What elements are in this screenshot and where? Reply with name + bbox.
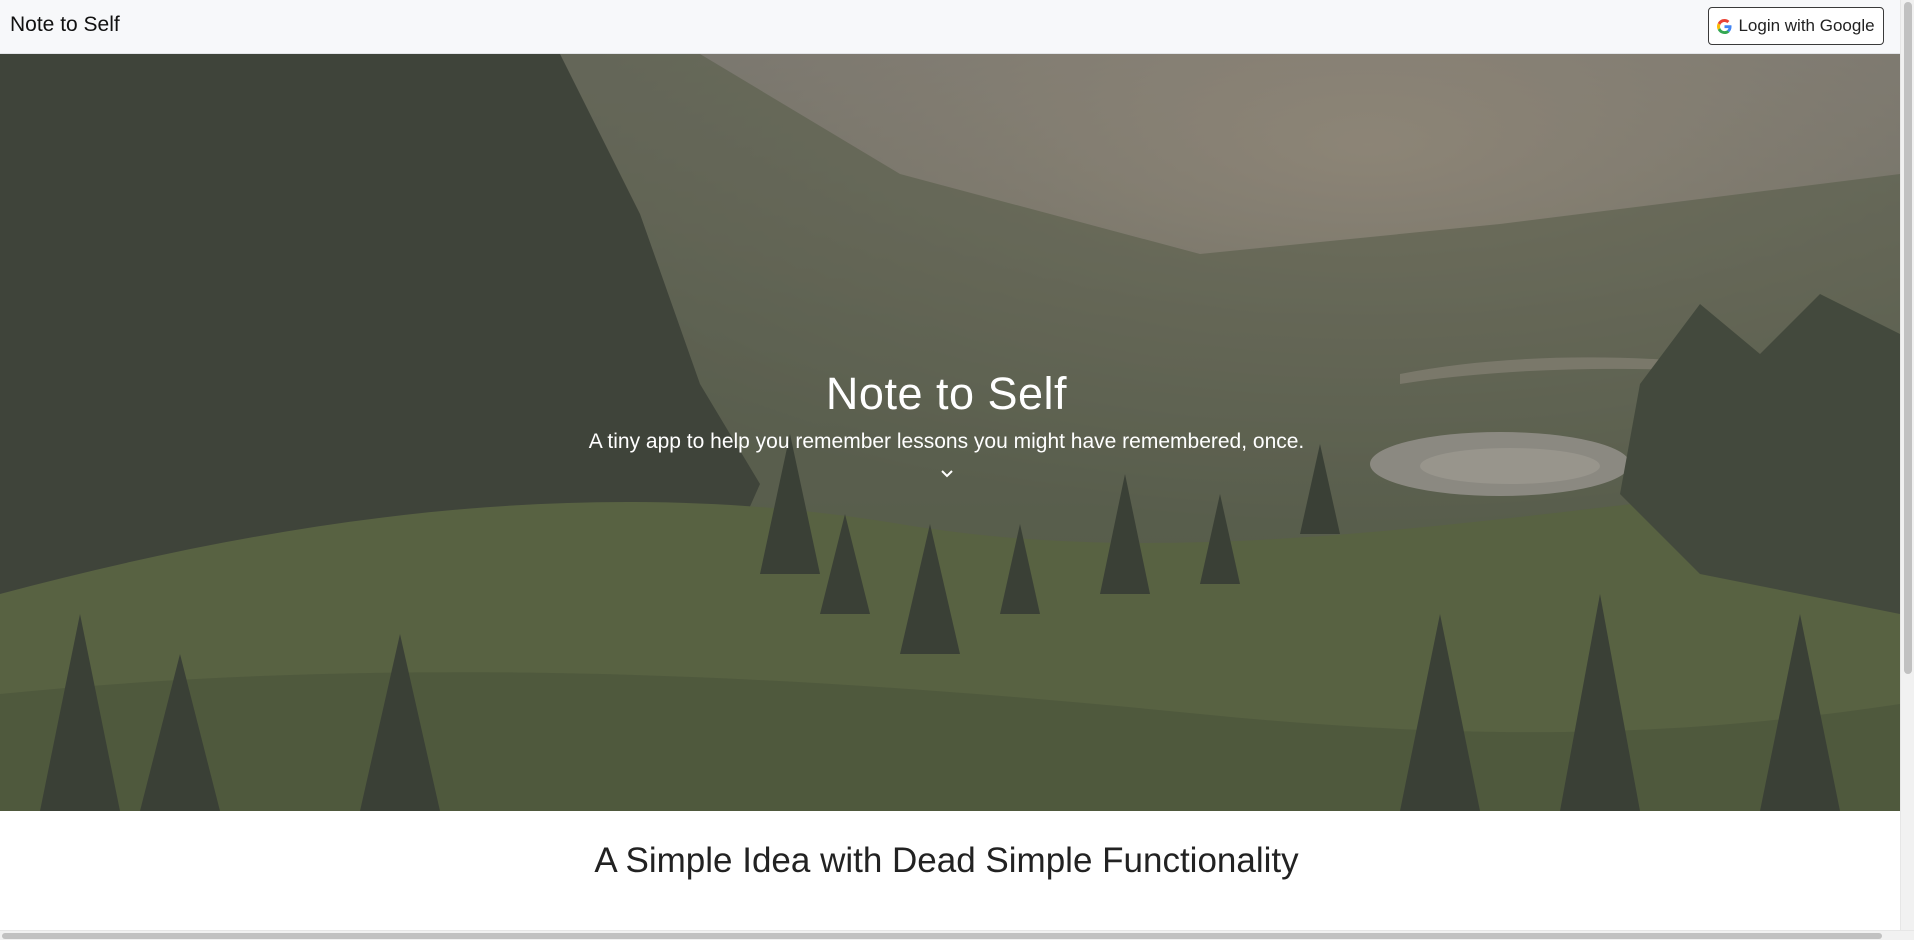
- features-section: A Simple Idea with Dead Simple Functiona…: [0, 811, 1900, 929]
- login-with-google-button[interactable]: Login with Google: [1708, 7, 1884, 45]
- google-icon: [1717, 18, 1732, 34]
- login-label: Login with Google: [1738, 16, 1875, 35]
- chevron-down-icon[interactable]: [940, 466, 954, 484]
- horizontal-scrollbar-thumb[interactable]: [2, 933, 1882, 939]
- vertical-scrollbar[interactable]: [1900, 0, 1914, 930]
- hero-subtitle: A tiny app to help you remember lessons …: [588, 430, 1305, 453]
- brand-link[interactable]: Note to Self: [10, 13, 120, 37]
- hero-title: Note to Self: [825, 368, 1068, 419]
- horizontal-scrollbar[interactable]: [0, 930, 1914, 940]
- page: Note to Self Login with Google Note to S…: [0, 0, 1914, 940]
- navbar: Note to Self Login with Google: [0, 0, 1900, 54]
- section-title: A Simple Idea with Dead Simple Functiona…: [594, 841, 1299, 880]
- hero-content: Note to Self A tiny app to help you reme…: [0, 368, 1893, 484]
- vertical-scrollbar-thumb[interactable]: [1904, 2, 1912, 674]
- hero-section: Note to Self A tiny app to help you reme…: [0, 54, 1900, 811]
